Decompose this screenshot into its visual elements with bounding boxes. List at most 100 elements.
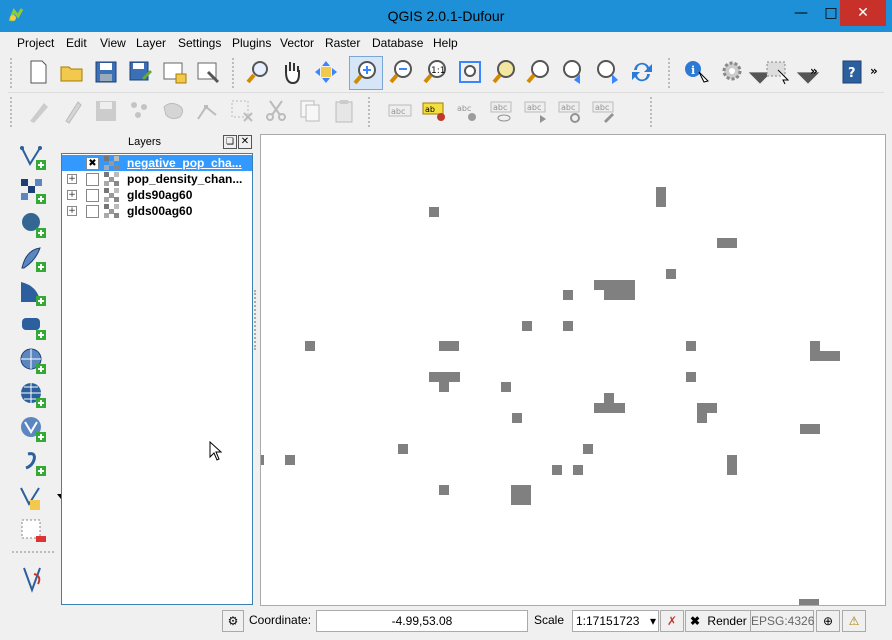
menu-settings[interactable]: Settings bbox=[178, 36, 221, 50]
add-feature-icon[interactable] bbox=[126, 97, 154, 125]
zoom-next-icon[interactable] bbox=[592, 58, 620, 86]
add-wfs-layer-icon[interactable] bbox=[18, 414, 48, 444]
move-label-icon[interactable]: abc bbox=[522, 97, 550, 125]
expand-icon[interactable]: + bbox=[67, 174, 77, 184]
add-vector-layer-icon[interactable] bbox=[18, 142, 48, 172]
zoom-in-icon[interactable] bbox=[349, 56, 383, 90]
composer-manager-icon[interactable] bbox=[194, 58, 222, 86]
menu-vector[interactable]: Vector bbox=[280, 36, 314, 50]
toolbar-grip[interactable] bbox=[10, 58, 16, 88]
expand-icon[interactable]: + bbox=[67, 206, 77, 216]
add-wcs-layer-icon[interactable] bbox=[18, 380, 48, 410]
change-label-icon[interactable]: abc bbox=[590, 97, 618, 125]
cut-features-icon[interactable] bbox=[262, 97, 290, 125]
layer-row[interactable]: + glds90ag60 bbox=[62, 187, 252, 203]
zoom-last-icon[interactable] bbox=[558, 58, 586, 86]
expand-icon[interactable]: + bbox=[67, 190, 77, 200]
pan-to-feature-icon[interactable] bbox=[312, 58, 340, 86]
add-mssql-layer-icon[interactable] bbox=[18, 278, 48, 308]
layer-row[interactable]: ✖ negative_pop_cha... bbox=[62, 155, 252, 171]
chevron-down-icon[interactable] bbox=[746, 64, 772, 92]
zoom-native-resolution-icon[interactable]: 1:1 bbox=[422, 58, 450, 86]
zoom-out-icon[interactable] bbox=[388, 58, 416, 86]
add-wms-layer-icon[interactable] bbox=[18, 346, 48, 376]
menu-layer[interactable]: Layer bbox=[136, 36, 166, 50]
raster-cell bbox=[439, 485, 449, 495]
layer-visibility-checkbox[interactable] bbox=[86, 205, 99, 218]
delete-selected-icon[interactable] bbox=[228, 97, 256, 125]
toolbar-overflow-icon[interactable]: » bbox=[870, 64, 882, 92]
select-features-icon[interactable] bbox=[764, 58, 792, 86]
minimize-button[interactable]: — bbox=[786, 0, 816, 26]
new-project-icon[interactable] bbox=[24, 58, 52, 86]
chevron-down-icon[interactable] bbox=[46, 482, 65, 512]
close-panel-icon[interactable]: ✕ bbox=[238, 135, 252, 149]
save-layer-edits-icon[interactable] bbox=[92, 97, 120, 125]
toolbar-grip[interactable] bbox=[10, 97, 16, 127]
save-project-icon[interactable] bbox=[92, 58, 120, 86]
chevron-down-icon[interactable] bbox=[794, 64, 820, 92]
layer-visibility-checkbox[interactable]: ✖ bbox=[86, 157, 99, 170]
open-project-icon[interactable] bbox=[58, 58, 86, 86]
menu-project[interactable]: Project bbox=[17, 36, 54, 50]
identify-features-icon[interactable]: i bbox=[682, 58, 710, 86]
menu-edit[interactable]: Edit bbox=[66, 36, 87, 50]
toggle-extents-icon[interactable]: ⚙ bbox=[222, 610, 244, 632]
menu-plugins[interactable]: Plugins bbox=[232, 36, 271, 50]
run-feature-action-icon[interactable] bbox=[720, 58, 748, 86]
add-postgis-layer-icon[interactable] bbox=[18, 210, 48, 240]
float-panel-icon[interactable]: ❏ bbox=[223, 135, 237, 149]
render-toggle[interactable]: ✖ Render bbox=[685, 610, 753, 632]
close-button[interactable]: ✕ bbox=[840, 0, 886, 26]
zoom-to-selection-icon[interactable] bbox=[524, 58, 552, 86]
menu-help[interactable]: Help bbox=[433, 36, 458, 50]
save-as-icon[interactable] bbox=[126, 58, 154, 86]
add-oracle-layer-icon[interactable] bbox=[18, 312, 48, 342]
current-edits-icon[interactable] bbox=[24, 97, 52, 125]
layer-row[interactable]: + glds00ag60 bbox=[62, 203, 252, 219]
node-tool-icon[interactable] bbox=[194, 97, 222, 125]
toolbar-overflow-icon[interactable]: » bbox=[810, 64, 822, 92]
pan-to-selection-icon[interactable] bbox=[244, 58, 272, 86]
coordinate-input[interactable]: -4.99,53.08 bbox=[316, 610, 528, 632]
layer-row[interactable]: + pop_density_chan... bbox=[62, 171, 252, 187]
menu-raster[interactable]: Raster bbox=[325, 36, 360, 50]
label-tool-icon[interactable]: ab bbox=[420, 97, 448, 125]
layer-visibility-checkbox[interactable] bbox=[86, 189, 99, 202]
move-feature-icon[interactable] bbox=[160, 97, 188, 125]
rotate-label-icon[interactable]: abc bbox=[556, 97, 584, 125]
copy-features-icon[interactable] bbox=[296, 97, 324, 125]
add-raster-layer-icon[interactable] bbox=[18, 176, 48, 206]
new-vector-layer-icon[interactable] bbox=[18, 482, 48, 512]
menu-bar: Project Edit View Layer Settings Plugins… bbox=[8, 32, 884, 54]
toggle-editing-icon[interactable] bbox=[58, 97, 86, 125]
raster-cell bbox=[800, 424, 820, 434]
refresh-icon[interactable] bbox=[628, 58, 656, 86]
pin-labels-icon[interactable]: abc bbox=[454, 97, 482, 125]
help-icon[interactable]: ? bbox=[838, 58, 866, 86]
panel-splitter[interactable] bbox=[254, 290, 259, 350]
projection-icon[interactable]: ⊕ bbox=[816, 610, 840, 632]
show-hide-labels-icon[interactable]: abc bbox=[488, 97, 516, 125]
chevron-down-icon[interactable]: ▾ bbox=[650, 611, 656, 631]
georeferencer-icon[interactable] bbox=[18, 564, 48, 594]
stop-render-icon[interactable]: ✗ bbox=[660, 610, 684, 632]
layer-visibility-checkbox[interactable] bbox=[86, 173, 99, 186]
zoom-to-layer-icon[interactable] bbox=[490, 58, 518, 86]
crs-status[interactable]: EPSG:4326 bbox=[750, 610, 814, 632]
add-spatialite-layer-icon[interactable] bbox=[18, 244, 48, 274]
warning-messages-icon[interactable]: ⚠ bbox=[842, 610, 866, 632]
map-canvas[interactable] bbox=[260, 134, 886, 606]
new-print-composer-icon[interactable] bbox=[160, 58, 188, 86]
render-checkbox[interactable]: ✖ bbox=[690, 614, 700, 628]
menu-database[interactable]: Database bbox=[372, 36, 423, 50]
add-delimited-text-layer-icon[interactable] bbox=[18, 448, 48, 478]
scale-combo[interactable]: 1:17151723 ▾ bbox=[572, 610, 659, 632]
remove-layer-icon[interactable] bbox=[18, 516, 48, 546]
layers-tree[interactable]: ✖ negative_pop_cha... + pop_density_chan… bbox=[61, 153, 253, 605]
menu-view[interactable]: View bbox=[100, 36, 126, 50]
pan-hand-icon[interactable] bbox=[278, 58, 306, 86]
paste-features-icon[interactable] bbox=[330, 97, 358, 125]
zoom-full-icon[interactable] bbox=[456, 58, 484, 86]
layer-labeling-icon[interactable]: abc bbox=[386, 97, 414, 125]
